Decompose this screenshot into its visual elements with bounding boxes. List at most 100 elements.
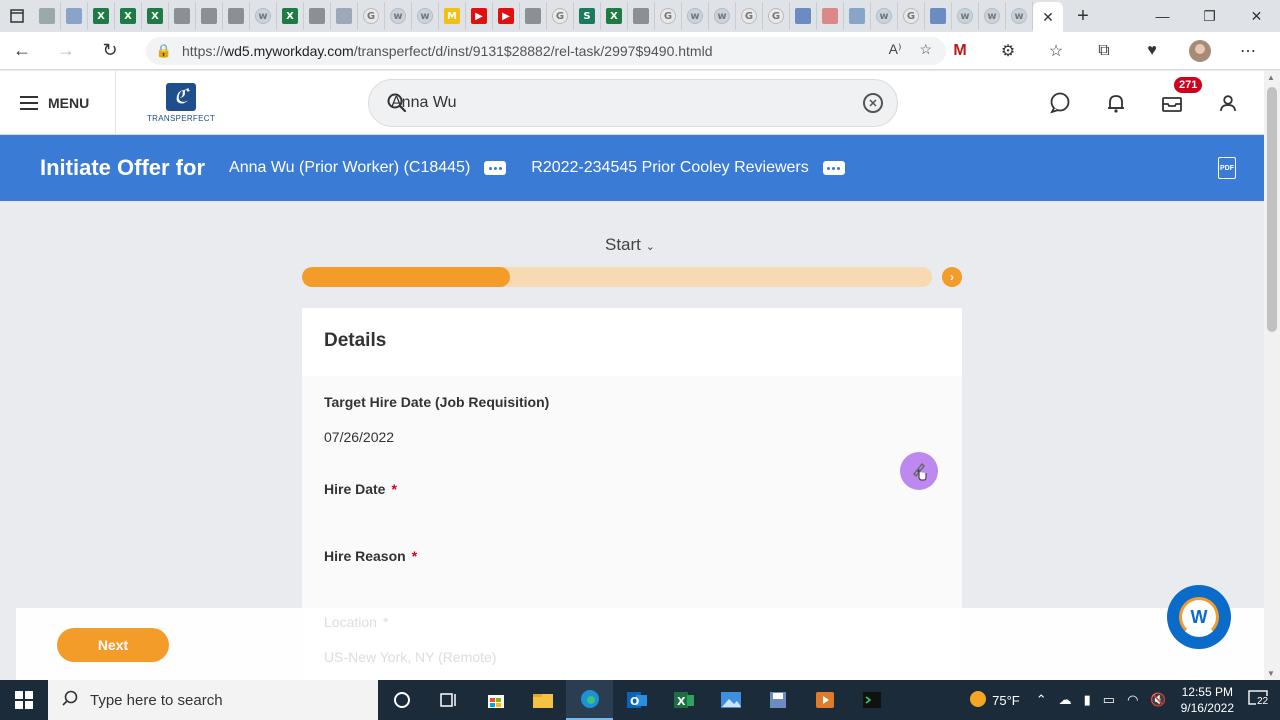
lock-icon[interactable]: 🔒	[146, 43, 182, 59]
browser-tab[interactable]: ▶	[466, 2, 493, 30]
page-scrollbar[interactable]: ▲ ▼	[1264, 71, 1280, 680]
browser-tab[interactable]	[61, 2, 88, 30]
browser-tab[interactable]	[34, 2, 61, 30]
browser-tab[interactable]	[304, 2, 331, 30]
browser-tab[interactable]	[520, 2, 547, 30]
windows-start-icon[interactable]	[0, 680, 48, 720]
store-icon[interactable]	[472, 680, 519, 720]
edit-pencil-icon[interactable]	[900, 452, 938, 490]
browser-tab[interactable]: ▶	[493, 2, 520, 30]
browser-tab[interactable]: S	[574, 2, 601, 30]
step-selector[interactable]: Start ⌄	[605, 235, 655, 255]
extensions-icon[interactable]: ⚙	[986, 32, 1030, 70]
browser-tab[interactable]: w	[871, 2, 898, 30]
new-tab-button[interactable]: +	[1063, 5, 1103, 28]
taskbar-search[interactable]: Type here to search	[48, 680, 378, 720]
browser-tab[interactable]	[169, 2, 196, 30]
save-disk-icon[interactable]	[754, 680, 801, 720]
health-icon[interactable]: ♥	[1130, 32, 1174, 70]
edge-browser-icon[interactable]	[566, 680, 613, 720]
next-button[interactable]: Next	[57, 628, 169, 662]
browser-tab[interactable]: X	[601, 2, 628, 30]
scrollbar-thumb[interactable]	[1267, 87, 1277, 332]
browser-tab[interactable]	[925, 2, 952, 30]
battery-icon[interactable]: ▭	[1103, 692, 1115, 708]
wifi-icon[interactable]: ◠	[1127, 692, 1138, 708]
search-input[interactable]: Anna Wu	[391, 94, 457, 112]
minimize-icon[interactable]: —	[1139, 0, 1186, 32]
requisition-related-actions-button[interactable]	[822, 161, 845, 175]
scroll-up-icon[interactable]: ▲	[1267, 73, 1275, 82]
browser-tab[interactable]	[196, 2, 223, 30]
clear-search-icon[interactable]: ✕	[863, 93, 883, 113]
forward-icon[interactable]: →	[44, 32, 88, 70]
browser-tab[interactable]: G	[547, 2, 574, 30]
window-menu-icon[interactable]	[0, 0, 34, 32]
collections-icon[interactable]: ⧉	[1082, 32, 1126, 70]
close-window-icon[interactable]: ✕	[1233, 0, 1280, 32]
weather-temp[interactable]: 75°F	[992, 693, 1020, 708]
refresh-icon[interactable]: ↻	[88, 32, 132, 70]
browser-tab[interactable]: G	[736, 2, 763, 30]
browser-tab[interactable]: G	[358, 2, 385, 30]
scroll-down-icon[interactable]: ▼	[1267, 669, 1275, 678]
browser-tab[interactable]: w	[250, 2, 277, 30]
profile-avatar[interactable]	[1178, 32, 1222, 70]
photos-icon[interactable]	[707, 680, 754, 720]
browser-tab[interactable]: M	[439, 2, 466, 30]
global-search[interactable]: Anna Wu ✕	[368, 79, 898, 127]
browser-tab[interactable]: G	[655, 2, 682, 30]
more-menu-icon[interactable]: ⋯	[1226, 32, 1270, 70]
outlook-icon[interactable]: O	[613, 680, 660, 720]
file-explorer-icon[interactable]	[519, 680, 566, 720]
terminal-icon[interactable]	[848, 680, 895, 720]
menu-button[interactable]: MENU	[20, 71, 89, 135]
browser-tab[interactable]	[628, 2, 655, 30]
mcafee-icon[interactable]: M	[938, 32, 982, 70]
browser-tab[interactable]: w	[979, 2, 1006, 30]
browser-tab[interactable]	[817, 2, 844, 30]
browser-tab[interactable]	[844, 2, 871, 30]
browser-tab[interactable]: w	[952, 2, 979, 30]
browser-tab[interactable]	[331, 2, 358, 30]
browser-tab[interactable]: G	[898, 2, 925, 30]
weather-icon[interactable]	[968, 689, 988, 712]
cortana-icon[interactable]	[378, 680, 425, 720]
active-tab[interactable]: ✕	[1033, 2, 1063, 32]
browser-tab[interactable]: w	[709, 2, 736, 30]
media-player-icon[interactable]	[801, 680, 848, 720]
restore-icon[interactable]: ❐	[1186, 0, 1233, 32]
browser-tab[interactable]: G	[763, 2, 790, 30]
browser-tab[interactable]: X	[115, 2, 142, 30]
notifications-bell-icon[interactable]	[1102, 89, 1130, 117]
worker-link[interactable]: Anna Wu (Prior Worker) (C18445)	[229, 159, 470, 177]
browser-tab[interactable]: w	[412, 2, 439, 30]
browser-tab[interactable]: X	[88, 2, 115, 30]
chat-bubble-icon[interactable]	[1046, 89, 1074, 117]
tray-expand-icon[interactable]: ⌃	[1036, 692, 1047, 708]
pdf-export-icon[interactable]: PDF	[1218, 157, 1236, 179]
inbox-icon[interactable]: 271	[1158, 75, 1205, 117]
browser-tab[interactable]: w	[1006, 2, 1033, 30]
company-logo[interactable]: ℭ TRANSPERFECT	[145, 83, 217, 125]
notification-center-icon[interactable]: 22	[1248, 689, 1270, 711]
browser-tab[interactable]: w	[682, 2, 709, 30]
browser-tab[interactable]	[790, 2, 817, 30]
usb-icon[interactable]: ▮	[1084, 692, 1091, 708]
next-step-arrow-icon[interactable]: ›	[942, 267, 962, 287]
excel-icon[interactable]: X	[660, 680, 707, 720]
browser-tab[interactable]: X	[277, 2, 304, 30]
onedrive-icon[interactable]: ☁	[1059, 692, 1072, 708]
address-bar[interactable]: 🔒 https://wd5.myworkday.com/transperfect…	[146, 37, 946, 65]
url-text[interactable]: https://wd5.myworkday.com/transperfect/d…	[182, 43, 713, 59]
add-favorite-icon[interactable]: ☆	[919, 41, 932, 58]
volume-mute-icon[interactable]: 🔇	[1150, 692, 1166, 708]
close-tab-icon[interactable]: ✕	[1042, 9, 1054, 26]
browser-tab[interactable]	[223, 2, 250, 30]
worker-related-actions-button[interactable]	[484, 161, 507, 175]
favorites-icon[interactable]: ☆	[1034, 32, 1078, 70]
clock[interactable]: 12:55 PM 9/16/2022	[1181, 684, 1234, 716]
read-aloud-icon[interactable]: A⁾	[889, 41, 902, 58]
browser-tab[interactable]: X	[142, 2, 169, 30]
back-icon[interactable]: ←	[0, 32, 44, 70]
